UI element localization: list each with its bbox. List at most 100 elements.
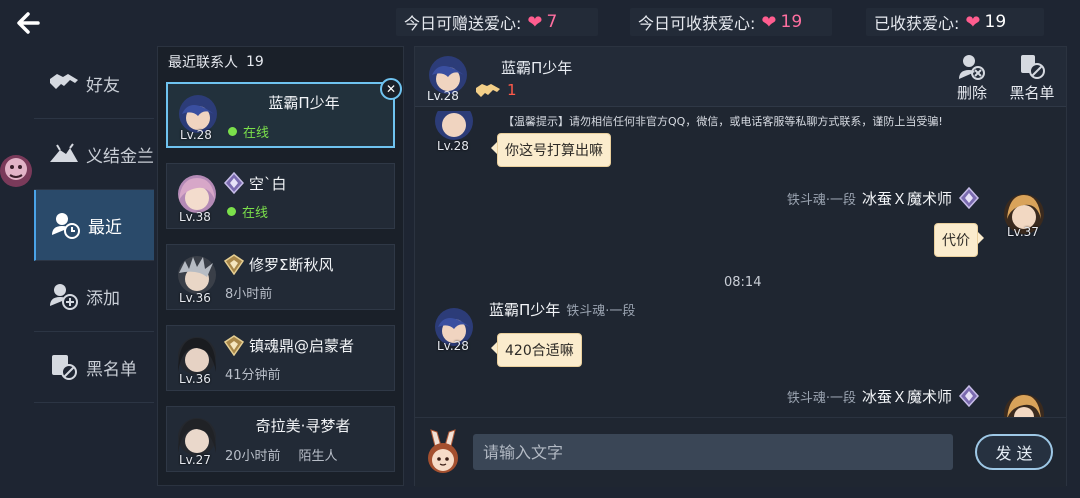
rank-badge-icon <box>223 172 245 194</box>
heart-icon: ❤ <box>761 11 777 33</box>
nav-item-label: 最近 <box>88 217 122 238</box>
sender-name: 蓝霸Π少年 <box>489 301 561 319</box>
chat-title: 蓝霸Π少年 <box>501 59 573 77</box>
online-status: 在线 <box>227 202 268 221</box>
hearts-can-send-value: 7 <box>546 12 558 32</box>
message-input[interactable] <box>473 434 953 470</box>
contact-level: Lv.36 <box>179 291 211 305</box>
status-text: 在线 <box>242 206 269 221</box>
contact-level: Lv.28 <box>180 128 212 142</box>
contact-name: 奇拉美·寻梦者 <box>255 417 351 435</box>
online-dot-icon <box>228 127 237 136</box>
blacklist-button[interactable]: 黑名单 <box>1005 53 1059 103</box>
contact-item[interactable]: Lv.28 蓝霸Π少年 在线 <box>166 82 395 148</box>
blacklist-icon <box>1021 55 1045 79</box>
rank-badge-icon <box>958 385 980 407</box>
emoji-picker-icon[interactable] <box>421 428 465 478</box>
sender-rank: 铁斗魂·一段 <box>786 192 856 208</box>
message-timestamp: 08:14 <box>724 275 762 290</box>
contact-level: Lv.36 <box>179 372 211 386</box>
message-bubble: 代价 <box>934 223 984 257</box>
sender-name: 冰蚕Ｘ魔术师 <box>861 189 952 208</box>
avatar[interactable] <box>1001 391 1047 417</box>
delete-friend-button[interactable]: 删除 <box>949 53 995 103</box>
recent-contacts-panel: 最近联系人 19 Lv.28 蓝霸Π少年 在线 Lv.38 空`白 在线 Lv.… <box>157 46 404 486</box>
chat-level: Lv.28 <box>427 89 459 103</box>
message-sender: 铁斗魂·一段 冰蚕Ｘ魔术师 <box>781 385 980 407</box>
contact-name-text: 修罗Σ断秋风 <box>249 255 334 274</box>
sender-rank: 铁斗魂·一段 <box>566 304 636 319</box>
rank-badge-icon <box>958 187 980 209</box>
nav-item-add[interactable]: 添加 <box>34 261 154 332</box>
contact-name: 空`白 <box>223 172 383 194</box>
contact-name: 修罗Σ断秋风 <box>223 253 383 275</box>
sender-rank: 铁斗魂·一段 <box>786 390 856 406</box>
last-seen-text: 8小时前 <box>225 287 273 302</box>
status-text: 在线 <box>243 126 270 141</box>
online-status: 在线 <box>228 122 269 141</box>
delete-user-icon <box>959 55 985 80</box>
heart-icon: ❤ <box>527 11 543 33</box>
contact-level: Lv.27 <box>179 453 211 467</box>
contact-level: Lv.38 <box>179 210 211 224</box>
online-dot-icon <box>227 207 236 216</box>
friendship-level: 1 <box>475 81 517 99</box>
sworn-brothers-icon <box>48 138 80 170</box>
chat-header: Lv.28 蓝霸Π少年 1 删除 黑名单 <box>415 47 1066 107</box>
handshake-icon <box>476 84 500 97</box>
hearts-can-send-label: 今日可赠送爱心: <box>404 14 522 33</box>
safety-notice: 【温馨提示】请勿相信任何非官方QQ，微信，或电话客服等私聊方式联系，谨防上当受骗… <box>503 115 943 128</box>
chat-panel: Lv.28 蓝霸Π少年 1 删除 黑名单 【温馨提示】请勿相信任何非官方QQ，微… <box>414 46 1067 487</box>
hearts-can-send: 今日可赠送爱心: ❤ 7 <box>396 8 598 36</box>
message-level: Lv.37 <box>1007 225 1039 239</box>
rank-badge-icon <box>223 254 245 275</box>
contact-name: 蓝霸Π少年 <box>268 94 340 112</box>
rank-badge-icon <box>223 335 245 356</box>
chat-input-bar: 发 送 <box>415 417 1066 487</box>
message-bubble: 你这号打算出嘛 <box>491 133 611 167</box>
blacklist-icon <box>48 351 80 383</box>
contact-name: 镇魂鼎@启蒙者 <box>223 334 383 356</box>
hearts-can-receive-value: 19 <box>780 12 803 32</box>
recent-user-icon <box>50 209 82 241</box>
last-seen: 8小时前 <box>225 283 272 302</box>
heart-icon: ❤ <box>965 11 981 33</box>
message-bubble: 420合适嘛 <box>491 333 582 367</box>
nav-item-label: 添加 <box>86 288 120 309</box>
nav-item-friends[interactable]: 好友 <box>34 48 154 119</box>
nav-item-sworn[interactable]: 义结金兰 <box>34 119 154 190</box>
nav-item-recent[interactable]: 最近 <box>34 190 154 261</box>
message-sender: 铁斗魂·一段 冰蚕Ｘ魔术师 <box>781 187 980 209</box>
last-seen-text: 20小时前 <box>225 449 281 464</box>
handshake-icon <box>48 67 80 99</box>
contact-item[interactable]: Lv.36 镇魂鼎@启蒙者 41分钟前 <box>166 325 395 391</box>
send-button[interactable]: 发 送 <box>975 434 1053 470</box>
side-nav: 好友 义结金兰 最近 添加 黑名单 <box>34 48 154 403</box>
blacklist-label: 黑名单 <box>1009 84 1055 102</box>
last-seen: 20小时前 陌生人 <box>225 445 338 464</box>
contact-item[interactable]: Lv.27 奇拉美·寻梦者 20小时前 陌生人 <box>166 406 395 472</box>
contacts-title: 最近联系人 <box>168 55 238 71</box>
message-level: Lv.28 <box>437 139 469 153</box>
hearts-received-value: 19 <box>984 12 1007 32</box>
message-sender: 蓝霸Π少年 铁斗魂·一段 <box>489 299 641 320</box>
contact-item[interactable]: Lv.36 修罗Σ断秋风 8小时前 <box>166 244 395 310</box>
sender-name: 冰蚕Ｘ魔术师 <box>861 387 952 406</box>
nav-item-blacklist[interactable]: 黑名单 <box>34 332 154 403</box>
add-user-icon <box>48 280 80 312</box>
mascot-avatar[interactable] <box>0 145 36 197</box>
hearts-received-label: 已收获爱心: <box>874 14 960 33</box>
hearts-can-receive-label: 今日可收获爱心: <box>638 14 756 33</box>
hearts-received: 已收获爱心: ❤ 19 <box>866 8 1044 36</box>
close-icon[interactable]: ✕ <box>380 78 402 100</box>
message-level: Lv.28 <box>437 339 469 353</box>
contact-item[interactable]: Lv.38 空`白 在线 <box>166 163 395 229</box>
nav-item-label: 黑名单 <box>86 359 137 380</box>
last-seen-text: 41分钟前 <box>225 368 281 383</box>
friendship-value: 1 <box>507 81 517 99</box>
stranger-tag: 陌生人 <box>298 449 338 464</box>
contacts-header: 最近联系人 19 <box>158 47 403 77</box>
back-arrow-icon[interactable] <box>14 8 44 38</box>
nav-item-label: 好友 <box>86 75 120 96</box>
contact-name-text: 镇魂鼎@启蒙者 <box>249 336 355 355</box>
